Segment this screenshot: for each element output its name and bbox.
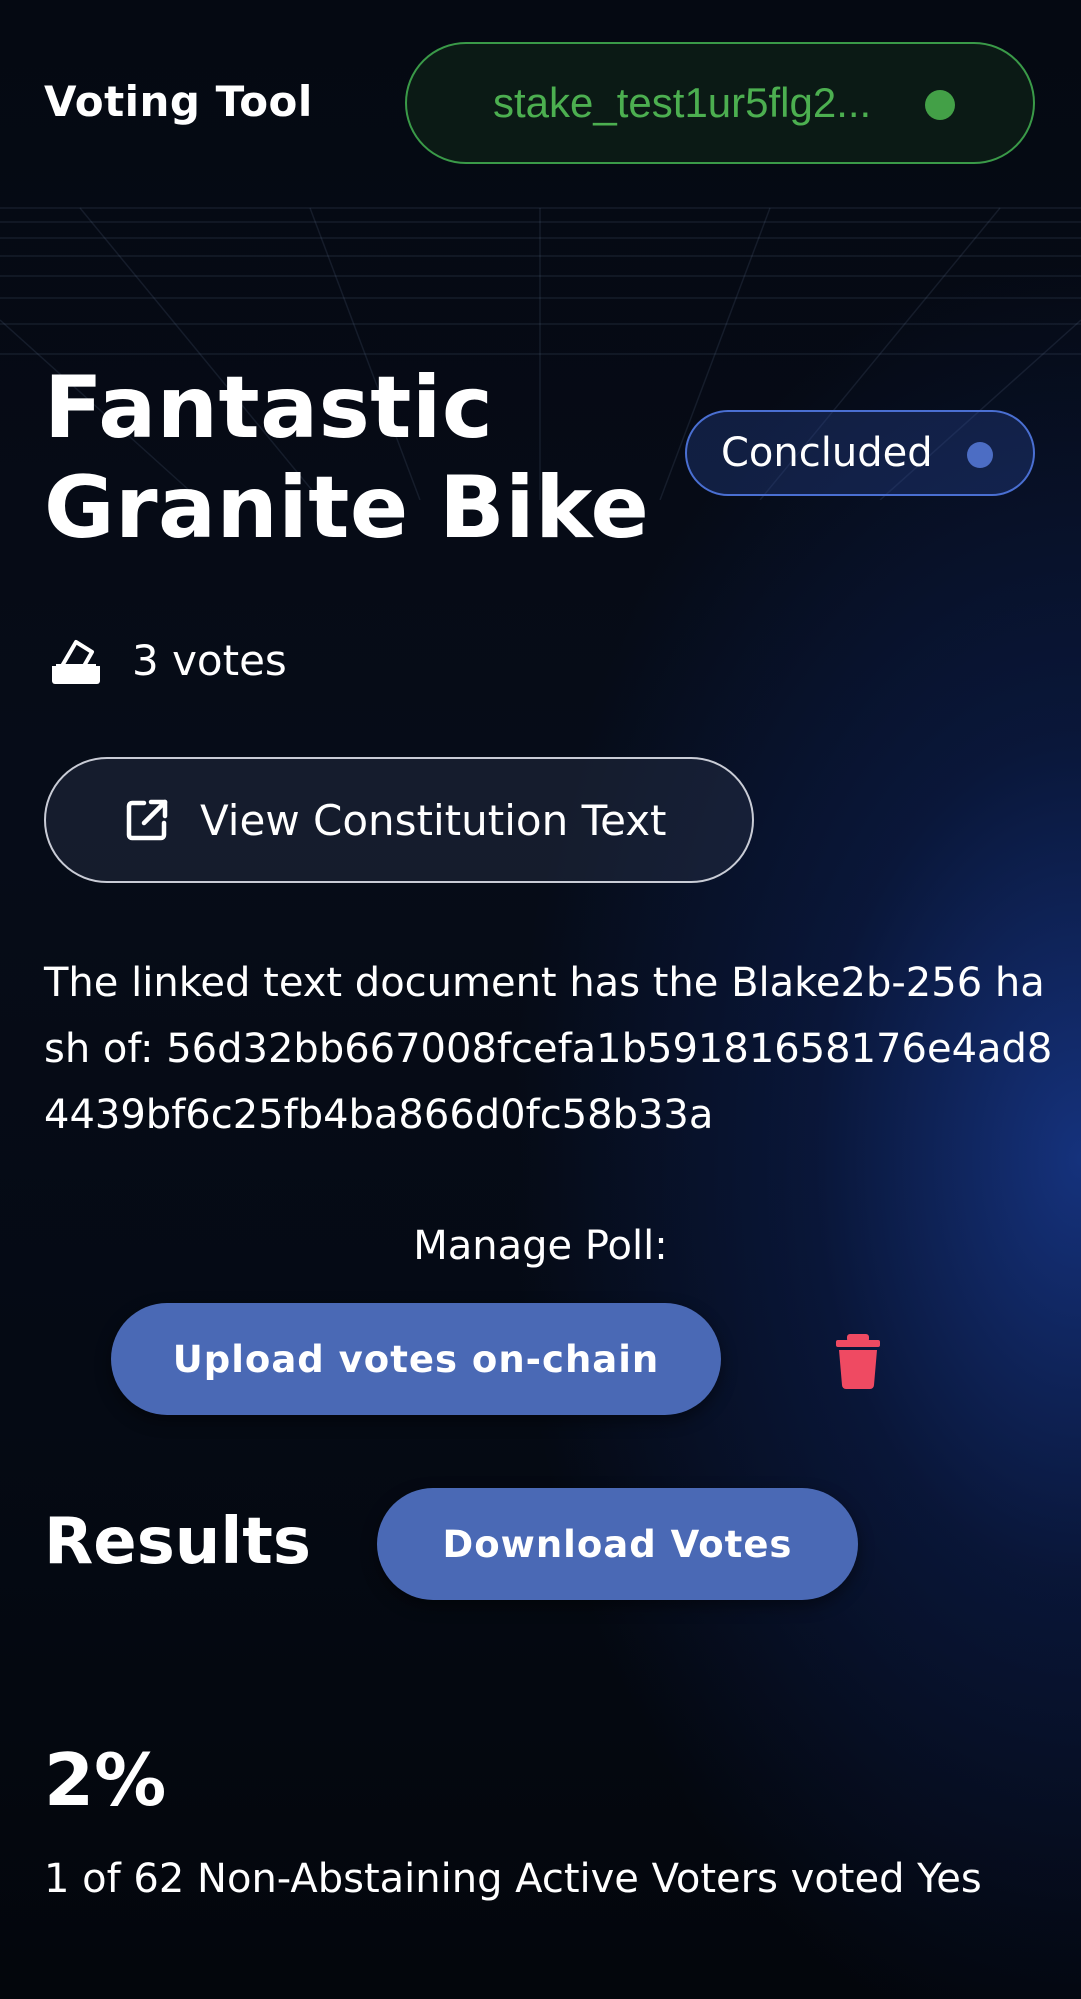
- result-percentage: 2%: [44, 1738, 167, 1822]
- download-votes-button[interactable]: Download Votes: [377, 1488, 858, 1600]
- external-link-icon: [124, 797, 170, 843]
- app-title: Voting Tool: [44, 77, 313, 126]
- view-constitution-button[interactable]: View Constitution Text: [44, 757, 754, 883]
- manage-poll-label: Manage Poll:: [413, 1223, 668, 1269]
- wallet-connect-button[interactable]: stake_test1ur5flg2...: [405, 42, 1035, 164]
- wallet-address: stake_test1ur5flg2...: [493, 79, 872, 126]
- wallet-connected-indicator: [925, 90, 955, 120]
- trash-icon: [836, 1334, 880, 1389]
- result-description: 1 of 62 Non-Abstaining Active Voters vot…: [44, 1856, 982, 1902]
- status-badge: Concluded: [685, 410, 1035, 496]
- hash-description: The linked text document has the Blake2b…: [44, 950, 1054, 1148]
- results-heading: Results: [44, 1505, 311, 1579]
- upload-votes-button[interactable]: Upload votes on-chain: [111, 1303, 721, 1415]
- votes-count-text: 3 votes: [132, 635, 287, 685]
- ballot-box-icon: [48, 632, 104, 688]
- main-content: Voting Tool stake_test1ur5flg2... Fantas…: [0, 0, 1081, 1999]
- votes-count: 3 votes: [48, 630, 287, 690]
- delete-poll-button[interactable]: [835, 1333, 881, 1389]
- view-constitution-label: View Constitution Text: [200, 795, 667, 845]
- status-indicator-dot: [967, 442, 993, 468]
- download-votes-label: Download Votes: [442, 1522, 793, 1566]
- status-text: Concluded: [721, 430, 933, 476]
- poll-title: Fantastic Granite Bike: [44, 358, 650, 558]
- upload-votes-label: Upload votes on-chain: [172, 1337, 660, 1381]
- hash-value: 56d32bb667008fcefa1b59181658176e4ad84439…: [44, 1026, 1053, 1138]
